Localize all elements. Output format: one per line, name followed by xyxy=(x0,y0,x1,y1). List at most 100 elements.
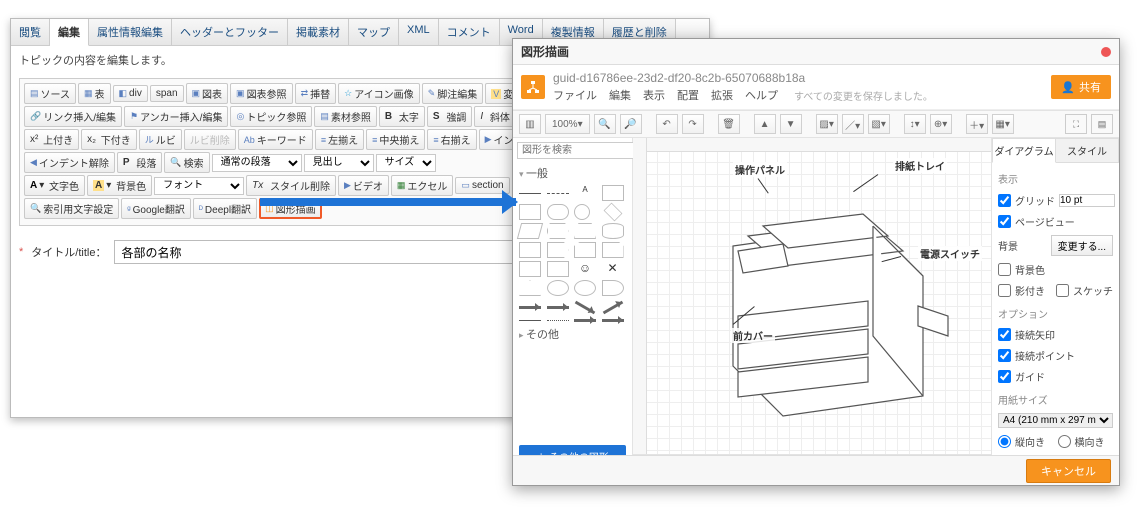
fullscreen-button[interactable]: ⛶ xyxy=(1065,114,1087,134)
menu-edit[interactable]: 編集 xyxy=(609,87,631,103)
props-tab-diagram[interactable]: ダイアグラム xyxy=(992,138,1056,163)
pageview-checkbox[interactable] xyxy=(998,215,1011,228)
format-panel-button[interactable]: ▤ xyxy=(1091,114,1113,134)
btn-deepl-translate[interactable]: ᴰDeepl翻訳 xyxy=(193,198,257,219)
shadow-button[interactable]: ▧▾ xyxy=(868,114,890,134)
menu-extras[interactable]: 拡張 xyxy=(711,87,733,103)
btn-figure-ref[interactable]: ▣図表参照 xyxy=(230,83,293,104)
shape-arrow4[interactable] xyxy=(602,301,623,315)
btn-align-left[interactable]: ≡左揃え xyxy=(315,129,364,150)
btn-replace[interactable]: ⇄挿替 xyxy=(295,83,337,104)
shape-cloud[interactable] xyxy=(547,280,569,296)
shape-rect[interactable] xyxy=(602,185,624,201)
props-tab-style[interactable]: スタイル xyxy=(1056,138,1119,163)
zoom-out-button[interactable]: 🔎 xyxy=(620,114,642,134)
cancel-button[interactable]: キャンセル xyxy=(1026,459,1111,483)
connection-button[interactable]: ↕▾ xyxy=(904,114,926,134)
palette-section-other[interactable]: その他 xyxy=(513,324,632,344)
landscape-radio[interactable] xyxy=(1058,435,1071,448)
shape-and[interactable] xyxy=(602,280,624,296)
btn-subscript[interactable]: x₂ 下付き xyxy=(81,129,137,150)
shape-conn2[interactable] xyxy=(547,320,569,321)
btn-footnote-edit[interactable]: ✎脚注編集 xyxy=(422,83,484,104)
grid-size-input[interactable] xyxy=(1059,194,1115,207)
shape-step[interactable] xyxy=(547,242,569,258)
conn-point-checkbox[interactable] xyxy=(998,349,1011,362)
btn-excel[interactable]: ▦エクセル xyxy=(391,175,454,196)
tab-attr-edit[interactable]: 属性情報編集 xyxy=(89,19,172,45)
guide-checkbox[interactable] xyxy=(998,370,1011,383)
menu-file[interactable]: ファイル xyxy=(553,87,597,103)
shape-note[interactable] xyxy=(602,242,624,258)
sketch-checkbox[interactable] xyxy=(1056,284,1069,297)
btn-figure[interactable]: ▣図表 xyxy=(186,83,229,104)
to-front-button[interactable]: ▲ xyxy=(754,114,776,134)
shape-arrow1[interactable] xyxy=(519,306,541,309)
btn-index-chars[interactable]: 🔍索引用文字設定 xyxy=(24,198,119,219)
palette-section-general[interactable]: 一般 xyxy=(513,163,632,183)
shape-diamond[interactable] xyxy=(603,203,622,222)
tab-materials[interactable]: 掲載素材 xyxy=(288,19,349,45)
btn-strong[interactable]: S 強調 xyxy=(427,106,472,127)
tab-xml[interactable]: XML xyxy=(399,19,439,45)
menu-arrange[interactable]: 配置 xyxy=(677,87,699,103)
shadow-checkbox[interactable] xyxy=(998,284,1011,297)
shape-cube[interactable] xyxy=(519,242,541,258)
delete-button[interactable]: 🗑 xyxy=(718,114,740,134)
btn-anchor[interactable]: ⚑アンカー挿入/編集 xyxy=(124,106,228,127)
undo-button[interactable]: ↶ xyxy=(656,114,678,134)
shape-arrow2[interactable] xyxy=(547,306,569,309)
tab-edit[interactable]: 編集 xyxy=(50,19,89,46)
to-back-button[interactable]: ▼ xyxy=(780,114,802,134)
btn-span[interactable]: span xyxy=(150,85,184,102)
conn-arrow-checkbox[interactable] xyxy=(998,328,1011,341)
select-size[interactable]: サイズ xyxy=(376,154,436,172)
insert-button[interactable]: ＋▾ xyxy=(966,114,988,134)
btn-superscript[interactable]: x² 上付き xyxy=(24,129,79,150)
shape-conn3[interactable] xyxy=(574,319,596,322)
btn-google-translate[interactable]: ᵍGoogle翻訳 xyxy=(121,198,191,219)
shape-parallelogram[interactable] xyxy=(517,223,543,239)
change-bg-button[interactable]: 変更する... xyxy=(1051,235,1113,256)
btn-outdent[interactable]: ◀インデント解除 xyxy=(24,152,115,173)
btn-ruby[interactable]: ルルビ xyxy=(139,129,182,150)
btn-italic[interactable]: I 斜体 xyxy=(474,106,516,127)
shape-conn4[interactable] xyxy=(602,319,624,322)
btn-link[interactable]: 🔗リンク挿入/編集 xyxy=(24,106,122,127)
shape-doc[interactable] xyxy=(519,261,541,277)
btn-align-center[interactable]: ≡中央揃え xyxy=(366,129,425,150)
zoom-select[interactable]: 100% ▾ xyxy=(545,114,590,134)
btn-material-ref[interactable]: ▤素材参照 xyxy=(314,106,377,127)
btn-div[interactable]: ◧div xyxy=(113,85,148,102)
shape-rounded[interactable] xyxy=(547,204,569,220)
btn-clear-style[interactable]: Tx スタイル削除 xyxy=(246,175,336,196)
btn-topic-ref[interactable]: ◎トピック参照 xyxy=(230,106,312,127)
shape-hexagon[interactable] xyxy=(547,223,569,239)
btn-ruby-del[interactable]: ルビ削除 xyxy=(184,129,236,150)
select-format[interactable]: 通常の段落 xyxy=(212,154,302,172)
shape-cross[interactable]: ✕ xyxy=(602,261,624,277)
shape-arrow3[interactable] xyxy=(575,301,596,315)
select-font[interactable]: フォント xyxy=(154,177,244,195)
shape-ellipse[interactable] xyxy=(574,204,590,220)
btn-table[interactable]: ▦表 xyxy=(78,83,111,104)
btn-source[interactable]: ▤ソース xyxy=(24,83,76,104)
bgcolor-checkbox[interactable] xyxy=(998,263,1011,276)
toggle-sidebar-button[interactable]: ▥ xyxy=(519,114,541,134)
table-button[interactable]: ▦▾ xyxy=(992,114,1014,134)
btn-icon-image[interactable]: ☆アイコン画像 xyxy=(338,83,420,104)
shape-or[interactable] xyxy=(574,280,596,296)
shape-conn1[interactable] xyxy=(519,320,541,321)
shape-card[interactable] xyxy=(574,242,596,258)
tab-view[interactable]: 閲覧 xyxy=(11,19,50,45)
menu-view[interactable]: 表示 xyxy=(643,87,665,103)
btn-video[interactable]: ▶ビデオ xyxy=(338,175,389,196)
tab-header-footer[interactable]: ヘッダーとフッター xyxy=(172,19,288,45)
btn-paragraph[interactable]: P 段落 xyxy=(117,152,162,173)
grid-checkbox[interactable] xyxy=(998,194,1011,207)
zoom-in-button[interactable]: 🔍 xyxy=(594,114,616,134)
btn-bold[interactable]: B 太字 xyxy=(379,106,425,127)
shape-cylinder[interactable] xyxy=(602,223,624,239)
close-icon[interactable] xyxy=(1101,47,1111,57)
tab-comment[interactable]: コメント xyxy=(439,19,500,45)
